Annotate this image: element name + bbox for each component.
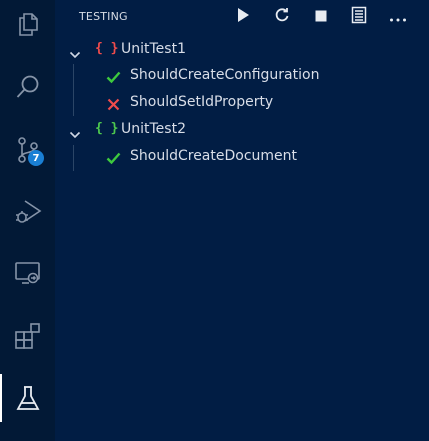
output-icon <box>351 6 367 28</box>
test-group-unittest1[interactable]: { } UnitTest1 <box>55 37 429 63</box>
test-item-should-create-document[interactable]: ShouldCreateDocument <box>55 144 429 170</box>
test-item-should-create-configuration[interactable]: ShouldCreateConfiguration <box>55 63 429 89</box>
more-actions-button[interactable] <box>387 6 409 28</box>
test-group-label: UnitTest1 <box>121 41 186 57</box>
sidebar-header: TESTING <box>55 0 429 35</box>
test-item-label: ShouldCreateDocument <box>130 148 298 164</box>
play-icon <box>236 7 250 27</box>
run-all-tests-button[interactable] <box>232 6 254 28</box>
test-group-unittest2[interactable]: { } UnitTest2 <box>55 117 429 143</box>
class-braces-icon: { } <box>95 41 119 56</box>
chevron-down-icon <box>69 125 81 144</box>
check-icon <box>106 69 121 88</box>
testing-sidebar: TESTING {} UnitTest1 ShouldCreateConfig… <box>55 0 429 441</box>
run-debug-icon <box>13 196 43 226</box>
show-output-button[interactable] <box>348 6 370 28</box>
search-icon <box>14 73 42 101</box>
activity-testing[interactable] <box>0 374 55 422</box>
activity-remote-explorer[interactable] <box>0 249 55 297</box>
class-braces-icon: { } <box>95 121 119 136</box>
test-item-label: ShouldCreateConfiguration <box>130 67 320 83</box>
chevron-down-icon <box>69 45 81 64</box>
files-icon <box>15 11 41 37</box>
test-item-should-set-id-property[interactable]: ShouldSetIdProperty <box>55 90 429 116</box>
activity-search[interactable] <box>0 63 55 111</box>
activity-run-and-debug[interactable] <box>0 187 55 235</box>
remote-explorer-icon <box>13 259 43 287</box>
close-icon <box>107 96 120 115</box>
sidebar-title: TESTING <box>79 10 128 23</box>
check-icon <box>106 150 121 169</box>
test-item-label: ShouldSetIdProperty <box>130 94 274 110</box>
test-group-label: UnitTest2 <box>121 121 186 137</box>
activity-bar: 7 <box>0 0 55 441</box>
extensions-icon <box>13 321 43 351</box>
activity-source-control[interactable] <box>0 126 55 174</box>
ellipsis-icon <box>389 8 407 27</box>
activity-explorer[interactable] <box>0 0 55 48</box>
refresh-tests-button[interactable] <box>271 6 293 28</box>
stop-icon <box>314 8 328 27</box>
refresh-icon <box>274 7 290 27</box>
stop-button[interactable] <box>310 6 332 28</box>
beaker-icon <box>14 383 42 413</box>
activity-extensions[interactable] <box>0 312 55 360</box>
source-control-badge: 7 <box>28 150 44 166</box>
